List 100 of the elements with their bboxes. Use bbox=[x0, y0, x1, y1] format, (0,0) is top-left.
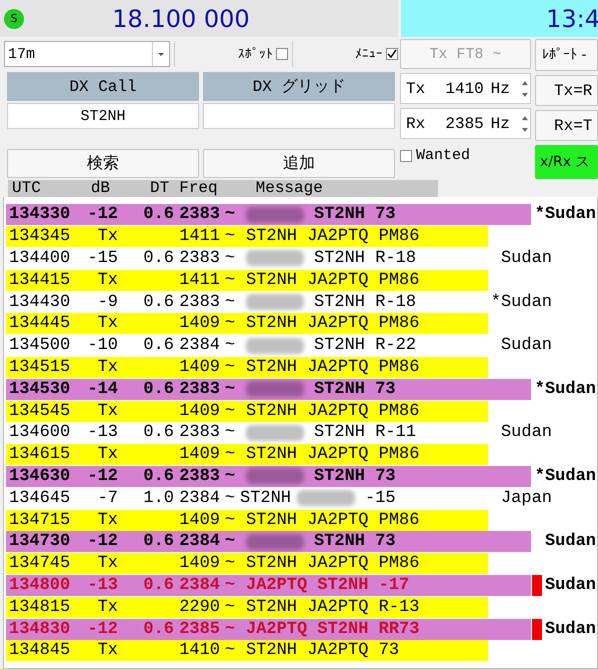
rx-to-tx-button[interactable]: Rx=T bbox=[535, 110, 598, 141]
tilde-cell-text: ~ bbox=[224, 510, 236, 530]
message-row-highlight[interactable]: 134330 -12 0.6 2383 ~ ST2NH 73 bbox=[6, 204, 531, 226]
db-cell-text: -12 bbox=[86, 620, 118, 639]
utc-cell-text: 134630 bbox=[9, 466, 72, 486]
message-text: ST2NH JA2PTQ PM86 bbox=[246, 402, 420, 421]
utc-cell-text: 134745 bbox=[9, 554, 72, 574]
dt-cell-text: 0.6 bbox=[142, 532, 174, 552]
freq-cell-text: 1411 bbox=[178, 227, 220, 246]
message-row-highlight[interactable]: 134845 Tx 1410 ~ ST2NH JA2PTQ 73 bbox=[6, 640, 488, 662]
dt-cell-text: 0.6 bbox=[142, 466, 174, 486]
marker-bar bbox=[532, 618, 542, 640]
message-row[interactable]: 134430 -9 0.6 2383 ~ ST2NH R-18 bbox=[6, 292, 488, 313]
utc-cell-text: 134645 bbox=[9, 488, 72, 508]
message-text: JA2PTQ ST2NH -17 bbox=[246, 576, 410, 595]
message-row[interactable]: 134600 -13 0.6 2383 ~ ST2NH R-11 bbox=[6, 422, 488, 444]
checkbox[interactable] bbox=[276, 48, 288, 60]
checkbox[interactable] bbox=[400, 150, 412, 162]
tilde-cell-text: ~ bbox=[224, 227, 236, 246]
dt-cell-text: 0.6 bbox=[142, 248, 174, 268]
freq-cell-text: 1409 bbox=[178, 510, 220, 530]
message-text: ST2NH 73 bbox=[314, 532, 396, 552]
dx-grid-field[interactable] bbox=[203, 103, 395, 129]
db-cell-text: -13 bbox=[86, 576, 118, 595]
freq-cell-text: 2385 bbox=[178, 620, 220, 639]
message-text: ST2NH JA2PTQ PM86 bbox=[246, 358, 420, 377]
tx-rx-button[interactable]: x/Rx ス bbox=[535, 145, 598, 179]
message-row-highlight[interactable]: 134730 -12 0.6 2384 ~ ST2NH 73 bbox=[6, 531, 531, 552]
message-row-highlight[interactable]: 134745 Tx 1409 ~ ST2NH JA2PTQ PM86 bbox=[6, 553, 488, 574]
dt-cell-text: 1.0 bbox=[142, 488, 174, 508]
band-dropdown[interactable]: 17m bbox=[4, 41, 170, 67]
utc-cell-text: 134530 bbox=[9, 380, 72, 399]
utc-cell-text: 134815 bbox=[9, 598, 72, 617]
add-button[interactable]: 追加 bbox=[203, 149, 395, 178]
freq-cell-text: 2383 bbox=[178, 205, 220, 224]
search-button[interactable]: 検索 bbox=[7, 149, 199, 178]
db-cell-text: Tx bbox=[96, 402, 118, 421]
spot-label: ｽﾎﾟｯﾄ bbox=[238, 46, 273, 62]
db-cell-text: Tx bbox=[96, 445, 118, 464]
freq-cell-text: 2384 bbox=[178, 576, 220, 595]
db-cell-text: Tx bbox=[96, 270, 118, 290]
country-cell-text: Sudan bbox=[500, 248, 552, 268]
utc-cell-text: 134845 bbox=[9, 641, 72, 660]
message-row-highlight[interactable]: 134415 Tx 1411 ~ ST2NH JA2PTQ PM86 bbox=[6, 270, 488, 291]
message-row-highlight[interactable]: 134715 Tx 1409 ~ ST2NH JA2PTQ PM86 bbox=[6, 510, 488, 531]
db-cell-text: Tx bbox=[96, 510, 118, 530]
freq-cell-text: 2383 bbox=[178, 380, 220, 399]
db-cell-text: Tx bbox=[96, 598, 118, 617]
freq-cell-text: 1409 bbox=[178, 314, 220, 334]
message-row[interactable]: 134400 -15 0.6 2383 ~ ST2NH R-18 bbox=[6, 248, 488, 269]
freq-cell-text: 2383 bbox=[178, 466, 220, 486]
country-cell-text: *Sudan bbox=[534, 380, 597, 399]
tilde-cell-text: ~ bbox=[224, 358, 236, 377]
message-text: ST2NH R-18 bbox=[314, 248, 416, 268]
freq-cell-text: 1409 bbox=[178, 402, 220, 421]
db-cell-text: -12 bbox=[86, 532, 118, 552]
dt-cell-text: 0.6 bbox=[142, 292, 174, 312]
message-row[interactable]: 134500 -10 0.6 2384 ~ ST2NH R-22 bbox=[6, 335, 488, 356]
message-row[interactable]: 134645 -7 1.0 2384 ~ ST2NH -15 bbox=[6, 488, 488, 509]
column-heading: DT bbox=[150, 180, 170, 197]
dt-cell-text: 0.6 bbox=[142, 423, 174, 442]
message-row-highlight[interactable]: 134615 Tx 1409 ~ ST2NH JA2PTQ PM86 bbox=[6, 444, 488, 466]
message-row-highlight[interactable]: 134815 Tx 2290 ~ ST2NH JA2PTQ R-13 bbox=[6, 596, 488, 618]
message-row-highlight[interactable]: 134515 Tx 1409 ~ ST2NH JA2PTQ PM86 bbox=[6, 356, 488, 378]
message-text: ST2NH 73 bbox=[314, 205, 396, 224]
frequency-display: 18.100 000 bbox=[111, 4, 251, 32]
utc-cell-text: 134830 bbox=[9, 620, 72, 639]
freq-cell-text: 1411 bbox=[178, 270, 220, 290]
message-text: ST2NH 73 bbox=[314, 380, 396, 399]
wanted-label: Wanted bbox=[416, 147, 470, 164]
freq-cell-text: 1409 bbox=[178, 445, 220, 464]
tilde-cell-text: ~ bbox=[224, 270, 236, 290]
freq-cell-text: 1410 bbox=[178, 641, 220, 660]
message-row-highlight[interactable]: 134630 -12 0.6 2383 ~ ST2NH 73 bbox=[6, 466, 531, 487]
country-cell-text: Japan bbox=[500, 488, 552, 508]
country-cell-text: Sudan bbox=[544, 620, 597, 639]
tx-frequency-field[interactable]: Tx 1410 Hz bbox=[400, 73, 531, 104]
tilde-cell-text: ~ bbox=[224, 641, 236, 660]
utc-cell-text: 134515 bbox=[9, 358, 72, 377]
message-row-highlight[interactable]: 134530 -14 0.6 2383 ~ ST2NH 73 bbox=[6, 378, 531, 400]
utc-cell-text: 134800 bbox=[9, 576, 72, 595]
checkbox[interactable] bbox=[386, 48, 398, 60]
country-cell-text: Sudan bbox=[500, 336, 552, 356]
tilde-cell-text: ~ bbox=[224, 554, 236, 574]
tx-to-rx-button[interactable]: Tx=R bbox=[535, 75, 598, 106]
utc-cell-text: 134500 bbox=[9, 336, 72, 356]
country-cell-text: *Sudan bbox=[534, 205, 597, 224]
status-icon[interactable]: S bbox=[4, 8, 24, 28]
message-row-highlight[interactable]: 134545 Tx 1409 ~ ST2NH JA2PTQ PM86 bbox=[6, 400, 488, 422]
message-row-highlight[interactable]: 134345 Tx 1411 ~ ST2NH JA2PTQ PM86 bbox=[6, 226, 488, 248]
db-cell-text: -12 bbox=[86, 466, 118, 486]
report-button[interactable]: ﾚﾎﾟｰﾄ - bbox=[535, 39, 598, 71]
message-row-highlight[interactable]: 134445 Tx 1409 ~ ST2NH JA2PTQ PM86 bbox=[6, 313, 488, 334]
tilde-cell-text: ~ bbox=[224, 380, 236, 399]
utc-cell-text: 134430 bbox=[9, 292, 72, 312]
db-cell-text: -10 bbox=[86, 336, 118, 356]
message-text: ST2NH JA2PTQ PM86 bbox=[246, 554, 420, 574]
rx-frequency-field[interactable]: Rx 2385 Hz bbox=[400, 108, 531, 139]
freq-cell-text: 2384 bbox=[178, 532, 220, 552]
dx-call-field[interactable]: ST2NH bbox=[7, 103, 199, 129]
